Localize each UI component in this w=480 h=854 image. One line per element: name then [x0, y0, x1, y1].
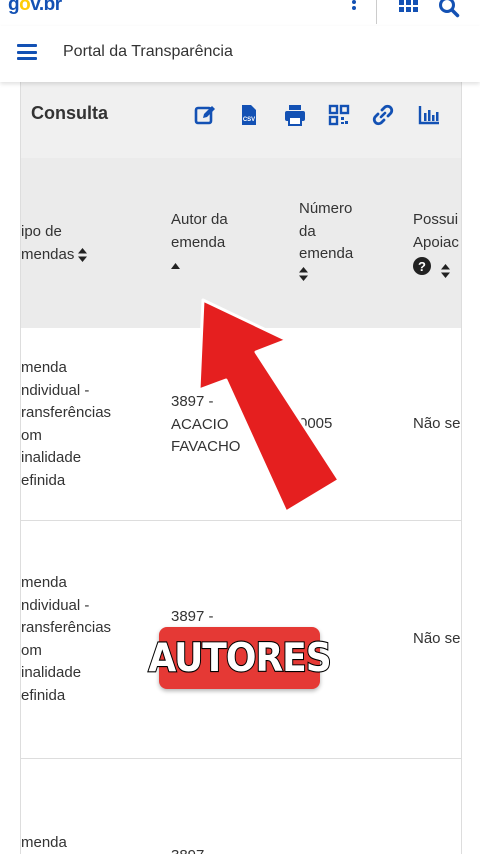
logo-part-1: g [8, 0, 20, 15]
gov-bar: gov.br [0, 0, 480, 26]
svg-text:CSV: CSV [243, 117, 255, 123]
column-header-numero[interactable]: Número da emenda [299, 198, 353, 288]
card-header: Consulta CSV [21, 82, 461, 158]
column-header-text: Autor da [171, 211, 228, 228]
consulta-card: Consulta CSV ipo de mendas Autor da emen… [20, 82, 462, 854]
column-header-text: ipo de [21, 223, 62, 240]
apps-grid-icon[interactable] [399, 0, 419, 14]
sort-icon[interactable] [78, 247, 88, 262]
help-circle-icon[interactable]: ? [413, 257, 431, 275]
column-header-text: mendas [21, 245, 75, 263]
svg-text:?: ? [418, 259, 426, 274]
toolbar-divider [376, 0, 377, 24]
more-vertical-icon[interactable] [349, 0, 359, 16]
column-header-autor[interactable]: Autor da emenda [171, 209, 228, 277]
column-header-text: emenda [299, 245, 354, 262]
cell-numero: 0005 [299, 415, 333, 432]
column-header-tipo[interactable]: ipo de mendas [21, 221, 88, 266]
cell-tipo: menda ndividual - ransferências om inali… [21, 359, 112, 489]
column-header-text: Possui [413, 211, 459, 228]
edit-icon[interactable] [193, 103, 217, 127]
column-header-possui[interactable]: Possui Apoiac ? [413, 209, 459, 283]
cell-tipo: menda ndividual - ransferências om inali… [21, 574, 112, 704]
cell-autor: 3897 [171, 845, 204, 854]
column-header-text: emenda [171, 233, 226, 251]
table-header: ipo de mendas Autor da emenda Número da … [21, 158, 461, 328]
sort-icon[interactable] [441, 264, 451, 279]
table-row[interactable]: menda 3897 [21, 759, 461, 854]
sort-icon[interactable] [299, 266, 308, 281]
print-icon[interactable] [283, 103, 307, 127]
site-header: Portal da Transparência [0, 26, 480, 82]
cell-possui: Não se [413, 415, 461, 432]
gov-br-logo[interactable]: gov.br [8, 0, 62, 16]
logo-part-2: o [19, 0, 31, 15]
search-icon[interactable] [438, 0, 460, 18]
hamburger-menu-icon[interactable] [17, 44, 37, 60]
card-title: Consulta [31, 103, 109, 123]
column-header-text: Apoiac [413, 233, 459, 251]
sort-ascending-icon[interactable] [171, 263, 180, 269]
chart-icon[interactable] [417, 103, 441, 127]
cell-autor: 3897 - ACACIO FAVACHO [171, 393, 241, 455]
logo-part-3: v.br [30, 0, 62, 15]
cell-autor: 3897 - [171, 608, 214, 625]
caption-text: AUTORES [147, 634, 332, 681]
qr-code-icon[interactable] [327, 103, 351, 127]
csv-file-icon[interactable]: CSV [237, 103, 261, 127]
table-row[interactable]: menda ndividual - ransferências om inali… [21, 328, 461, 521]
column-header-text: da [299, 222, 316, 240]
page-title[interactable]: Portal da Transparência [63, 43, 233, 61]
cell-tipo: menda [21, 834, 67, 851]
cell-possui: Não se [413, 630, 461, 647]
link-icon[interactable] [371, 103, 395, 127]
autores-caption: AUTORES [147, 627, 333, 689]
column-header-text: Número [299, 200, 353, 217]
